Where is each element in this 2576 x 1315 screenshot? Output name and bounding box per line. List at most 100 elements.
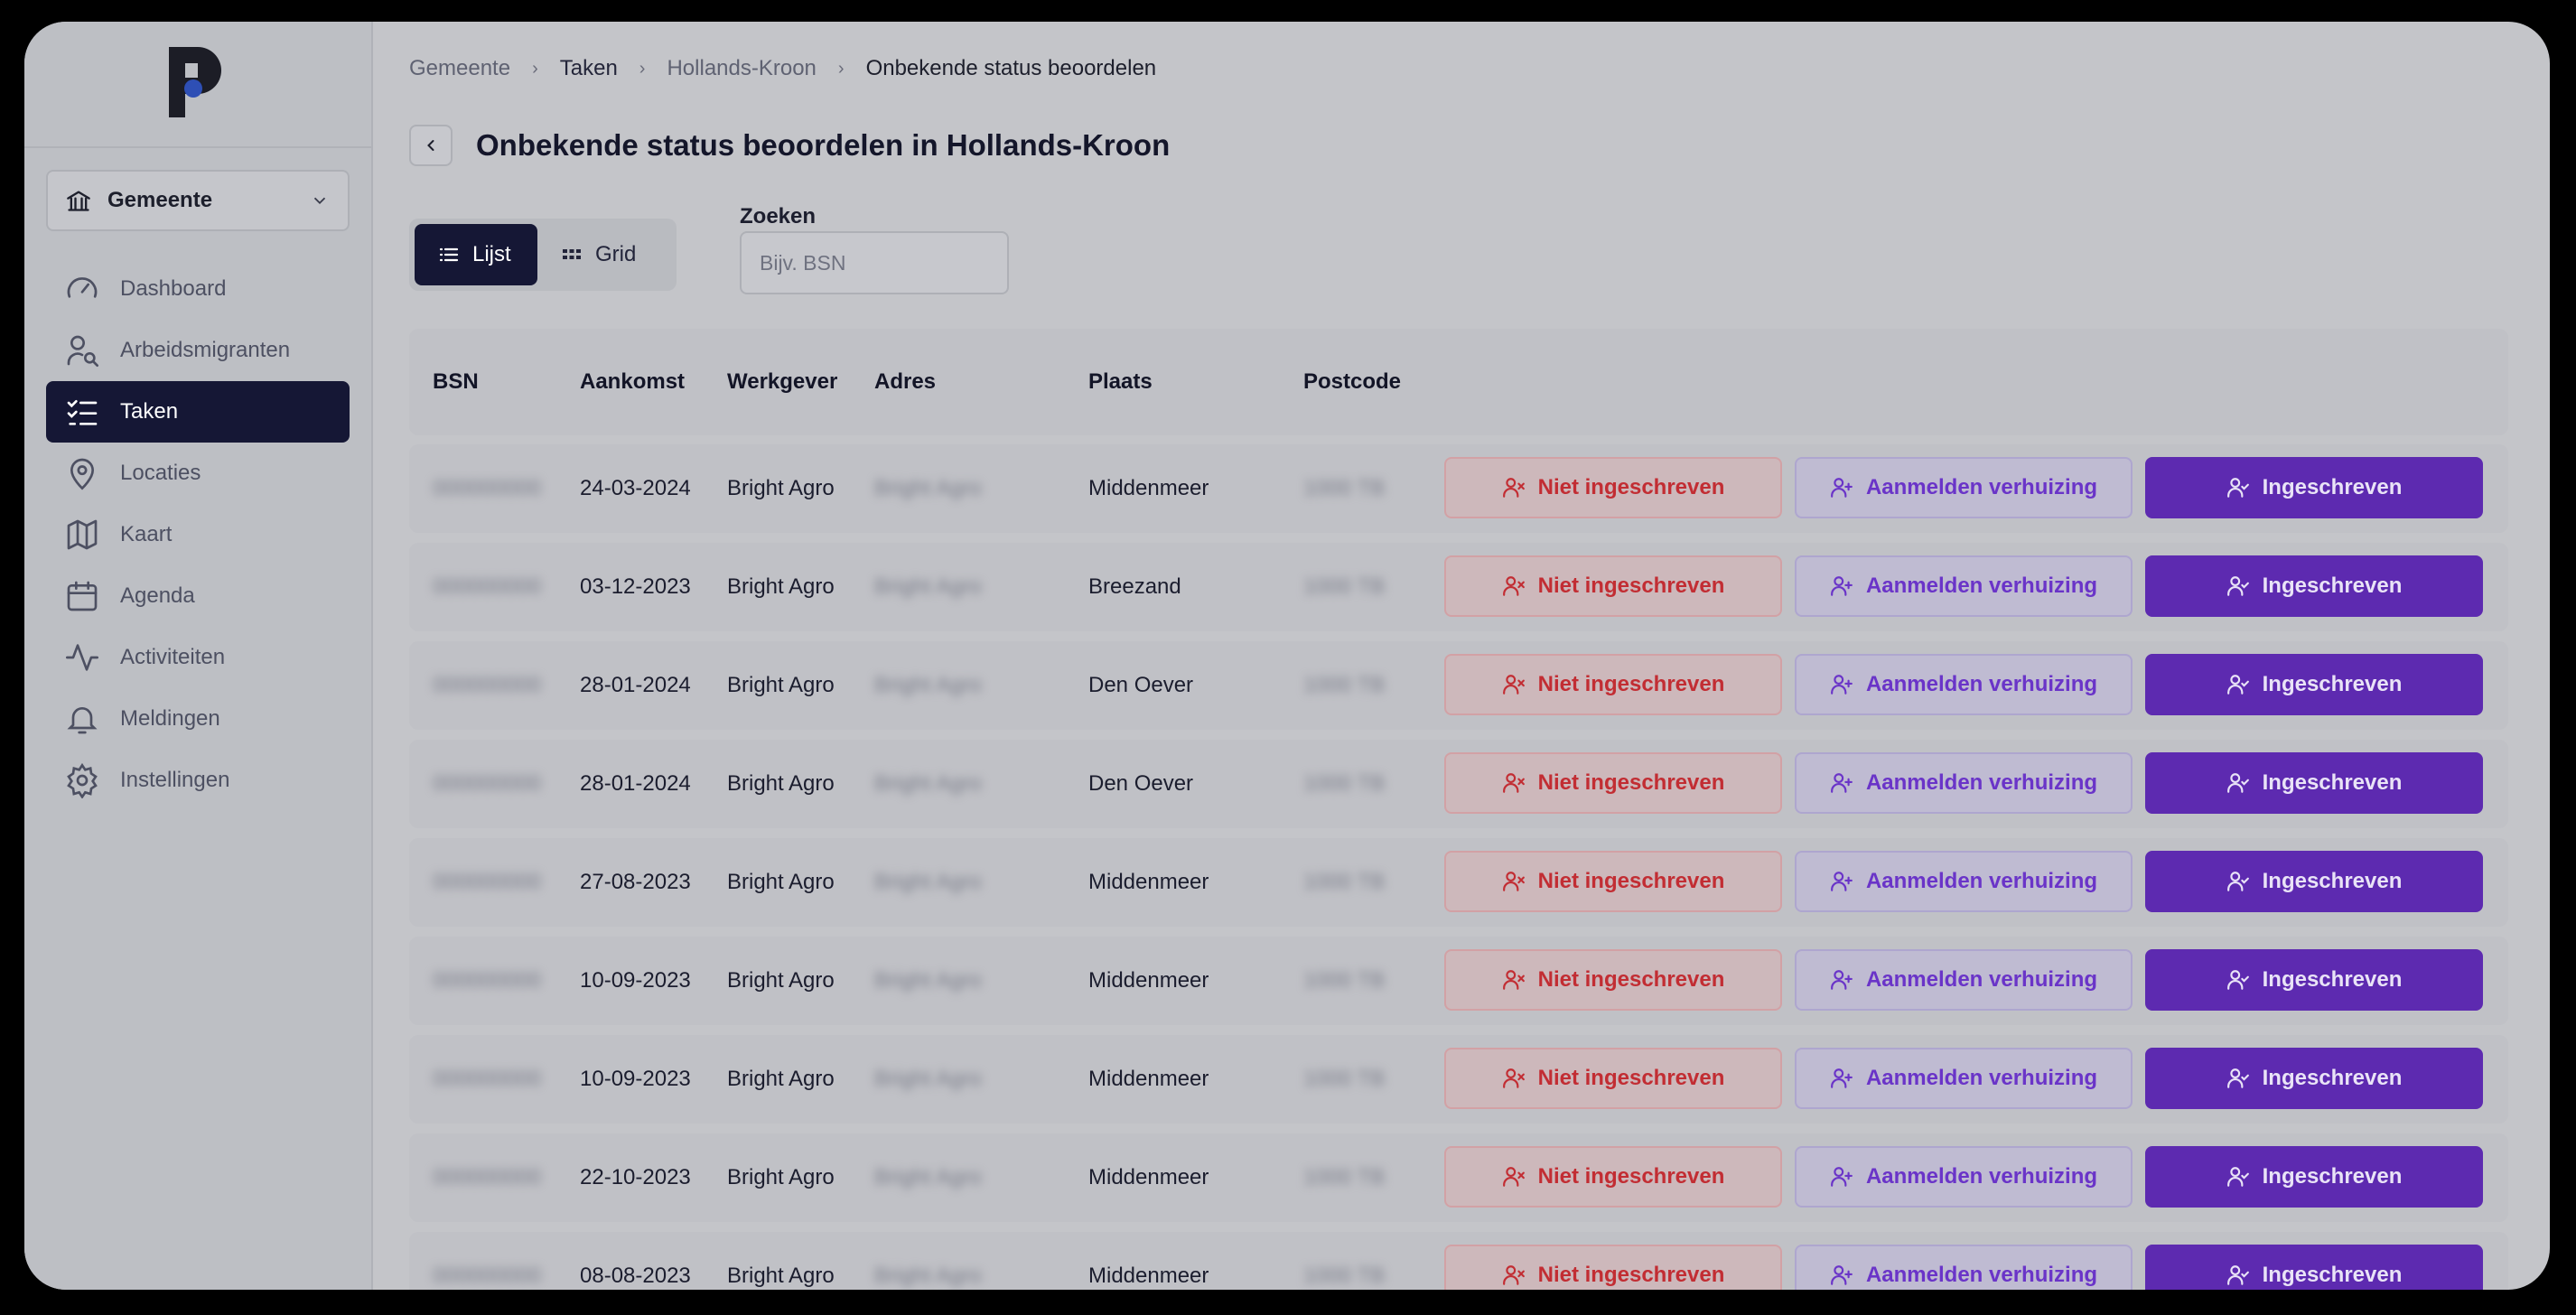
- sidebar-item-kaart[interactable]: Kaart: [46, 504, 350, 565]
- sidebar-item-taken[interactable]: Taken: [46, 381, 350, 443]
- not-registered-button[interactable]: Niet ingeschreven: [1444, 949, 1782, 1011]
- sidebar-item-arbeidsmigranten[interactable]: Arbeidsmigranten: [46, 320, 350, 381]
- user-check-icon: [2226, 576, 2249, 596]
- breadcrumb-link-taken[interactable]: Taken: [560, 56, 618, 81]
- cell-plaats: Middenmeer: [1088, 476, 1209, 500]
- breadcrumb-link-gemeente[interactable]: Gemeente: [409, 56, 510, 81]
- cell-postcode: 1000 TB: [1303, 1067, 1386, 1091]
- not-registered-button[interactable]: Niet ingeschreven: [1444, 1146, 1782, 1208]
- cell-bsn: 000000000: [433, 771, 542, 796]
- cell-aankomst: 08-08-2023: [580, 1264, 691, 1288]
- registered-button[interactable]: Ingeschreven: [2145, 555, 2483, 617]
- report-move-button[interactable]: Aanmelden verhuizing: [1795, 457, 2133, 518]
- cell-werkgever: Bright Agro: [727, 673, 835, 697]
- registered-button[interactable]: Ingeschreven: [2145, 457, 2483, 518]
- report-move-button[interactable]: Aanmelden verhuizing: [1795, 851, 2133, 912]
- sidebar-item-agenda[interactable]: Agenda: [46, 565, 350, 627]
- registered-button[interactable]: Ingeschreven: [2145, 949, 2483, 1011]
- column-header-plaats[interactable]: Plaats: [1088, 329, 1153, 435]
- app-logo[interactable]: [163, 42, 229, 123]
- table-row: 000000000 28-01-2024 Bright Agro Bright …: [409, 740, 2508, 828]
- not-registered-button[interactable]: Niet ingeschreven: [1444, 752, 1782, 814]
- user-plus-icon: [1831, 675, 1853, 695]
- not-registered-label: Niet ingeschreven: [1537, 672, 1725, 696]
- chevron-right-icon: ›: [639, 58, 646, 79]
- user-check-icon: [2226, 478, 2249, 498]
- registered-button[interactable]: Ingeschreven: [2145, 1146, 2483, 1208]
- cell-adres: Bright Agro: [874, 673, 982, 697]
- table-row: 000000000 03-12-2023 Bright Agro Bright …: [409, 543, 2508, 631]
- report-move-label: Aanmelden verhuizing: [1865, 1263, 2098, 1287]
- cell-postcode: 1000 TB: [1303, 771, 1386, 796]
- cell-adres: Bright Agro: [874, 968, 982, 993]
- column-header-adres[interactable]: Adres: [874, 329, 936, 435]
- not-registered-button[interactable]: Niet ingeschreven: [1444, 654, 1782, 715]
- logo-area: [24, 22, 373, 148]
- column-header-bsn[interactable]: BSN: [433, 329, 479, 435]
- report-move-button[interactable]: Aanmelden verhuizing: [1795, 1048, 2133, 1109]
- not-registered-button[interactable]: Niet ingeschreven: [1444, 555, 1782, 617]
- cell-bsn: 000000000: [433, 1165, 542, 1189]
- not-registered-button[interactable]: Niet ingeschreven: [1444, 1245, 1782, 1290]
- sidebar-item-dashboard[interactable]: Dashboard: [46, 258, 350, 320]
- sidebar-item-activiteiten[interactable]: Activiteiten: [46, 627, 350, 688]
- user-plus-icon: [1831, 773, 1853, 793]
- user-plus-icon: [1831, 872, 1853, 891]
- registered-button[interactable]: Ingeschreven: [2145, 1048, 2483, 1109]
- registered-label: Ingeschreven: [2262, 672, 2403, 696]
- report-move-button[interactable]: Aanmelden verhuizing: [1795, 949, 2133, 1011]
- cell-aankomst: 03-12-2023: [580, 574, 691, 599]
- user-check-icon: [2226, 872, 2249, 891]
- table-row: 000000000 08-08-2023 Bright Agro Bright …: [409, 1232, 2508, 1290]
- list-check-icon: [67, 400, 98, 425]
- grid-icon: [563, 249, 581, 259]
- cell-plaats: Middenmeer: [1088, 870, 1209, 894]
- search-input[interactable]: [740, 231, 1009, 294]
- registered-button[interactable]: Ingeschreven: [2145, 752, 2483, 814]
- report-move-label: Aanmelden verhuizing: [1865, 475, 2098, 499]
- sidebar-item-instellingen[interactable]: Instellingen: [46, 750, 350, 811]
- sidebar-item-label: Arbeidsmigranten: [120, 338, 291, 362]
- breadcrumb-current: Onbekende status beoordelen: [865, 56, 1157, 80]
- cell-adres: Bright Agro: [874, 476, 982, 500]
- sidebar-item-meldingen[interactable]: Meldingen: [46, 688, 350, 750]
- view-list-button[interactable]: Lijst: [415, 224, 537, 285]
- registered-label: Ingeschreven: [2262, 475, 2403, 499]
- not-registered-label: Niet ingeschreven: [1537, 1066, 1725, 1090]
- column-header-postcode[interactable]: Postcode: [1303, 329, 1401, 435]
- search-label: Zoeken: [740, 204, 817, 228]
- cell-werkgever: Bright Agro: [727, 476, 835, 500]
- report-move-button[interactable]: Aanmelden verhuizing: [1795, 555, 2133, 617]
- breadcrumb-link-hollands-kroon[interactable]: Hollands-Kroon: [667, 56, 816, 81]
- sidebar-item-locaties[interactable]: Locaties: [46, 443, 350, 504]
- cell-aankomst: 10-09-2023: [580, 1067, 691, 1091]
- organisation-select[interactable]: Gemeente: [46, 170, 350, 231]
- user-x-icon: [1502, 675, 1525, 695]
- not-registered-button[interactable]: Niet ingeschreven: [1444, 1048, 1782, 1109]
- cell-plaats: Middenmeer: [1088, 968, 1209, 993]
- registered-button[interactable]: Ingeschreven: [2145, 1245, 2483, 1290]
- cell-aankomst: 28-01-2024: [580, 673, 691, 697]
- report-move-button[interactable]: Aanmelden verhuizing: [1795, 1245, 2133, 1290]
- report-move-label: Aanmelden verhuizing: [1865, 1164, 2098, 1189]
- not-registered-button[interactable]: Niet ingeschreven: [1444, 457, 1782, 518]
- cell-postcode: 1000 TB: [1303, 1264, 1386, 1288]
- back-button[interactable]: [409, 125, 453, 166]
- report-move-button[interactable]: Aanmelden verhuizing: [1795, 1146, 2133, 1208]
- not-registered-button[interactable]: Niet ingeschreven: [1444, 851, 1782, 912]
- registered-button[interactable]: Ingeschreven: [2145, 654, 2483, 715]
- column-header-aankomst[interactable]: Aankomst: [580, 329, 685, 435]
- view-grid-button[interactable]: Grid: [537, 224, 659, 285]
- column-header-werkgever[interactable]: Werkgever: [727, 329, 837, 435]
- user-search-icon: [67, 335, 98, 367]
- cell-plaats: Den Oever: [1088, 673, 1194, 697]
- cell-aankomst: 22-10-2023: [580, 1165, 691, 1189]
- registered-button[interactable]: Ingeschreven: [2145, 851, 2483, 912]
- report-move-button[interactable]: Aanmelden verhuizing: [1795, 654, 2133, 715]
- cell-aankomst: 28-01-2024: [580, 771, 691, 796]
- report-move-button[interactable]: Aanmelden verhuizing: [1795, 752, 2133, 814]
- cell-postcode: 1000 TB: [1303, 1165, 1386, 1189]
- sidebar-item-label: Instellingen: [120, 768, 230, 792]
- map-icon: [67, 519, 98, 550]
- registered-label: Ingeschreven: [2262, 770, 2403, 795]
